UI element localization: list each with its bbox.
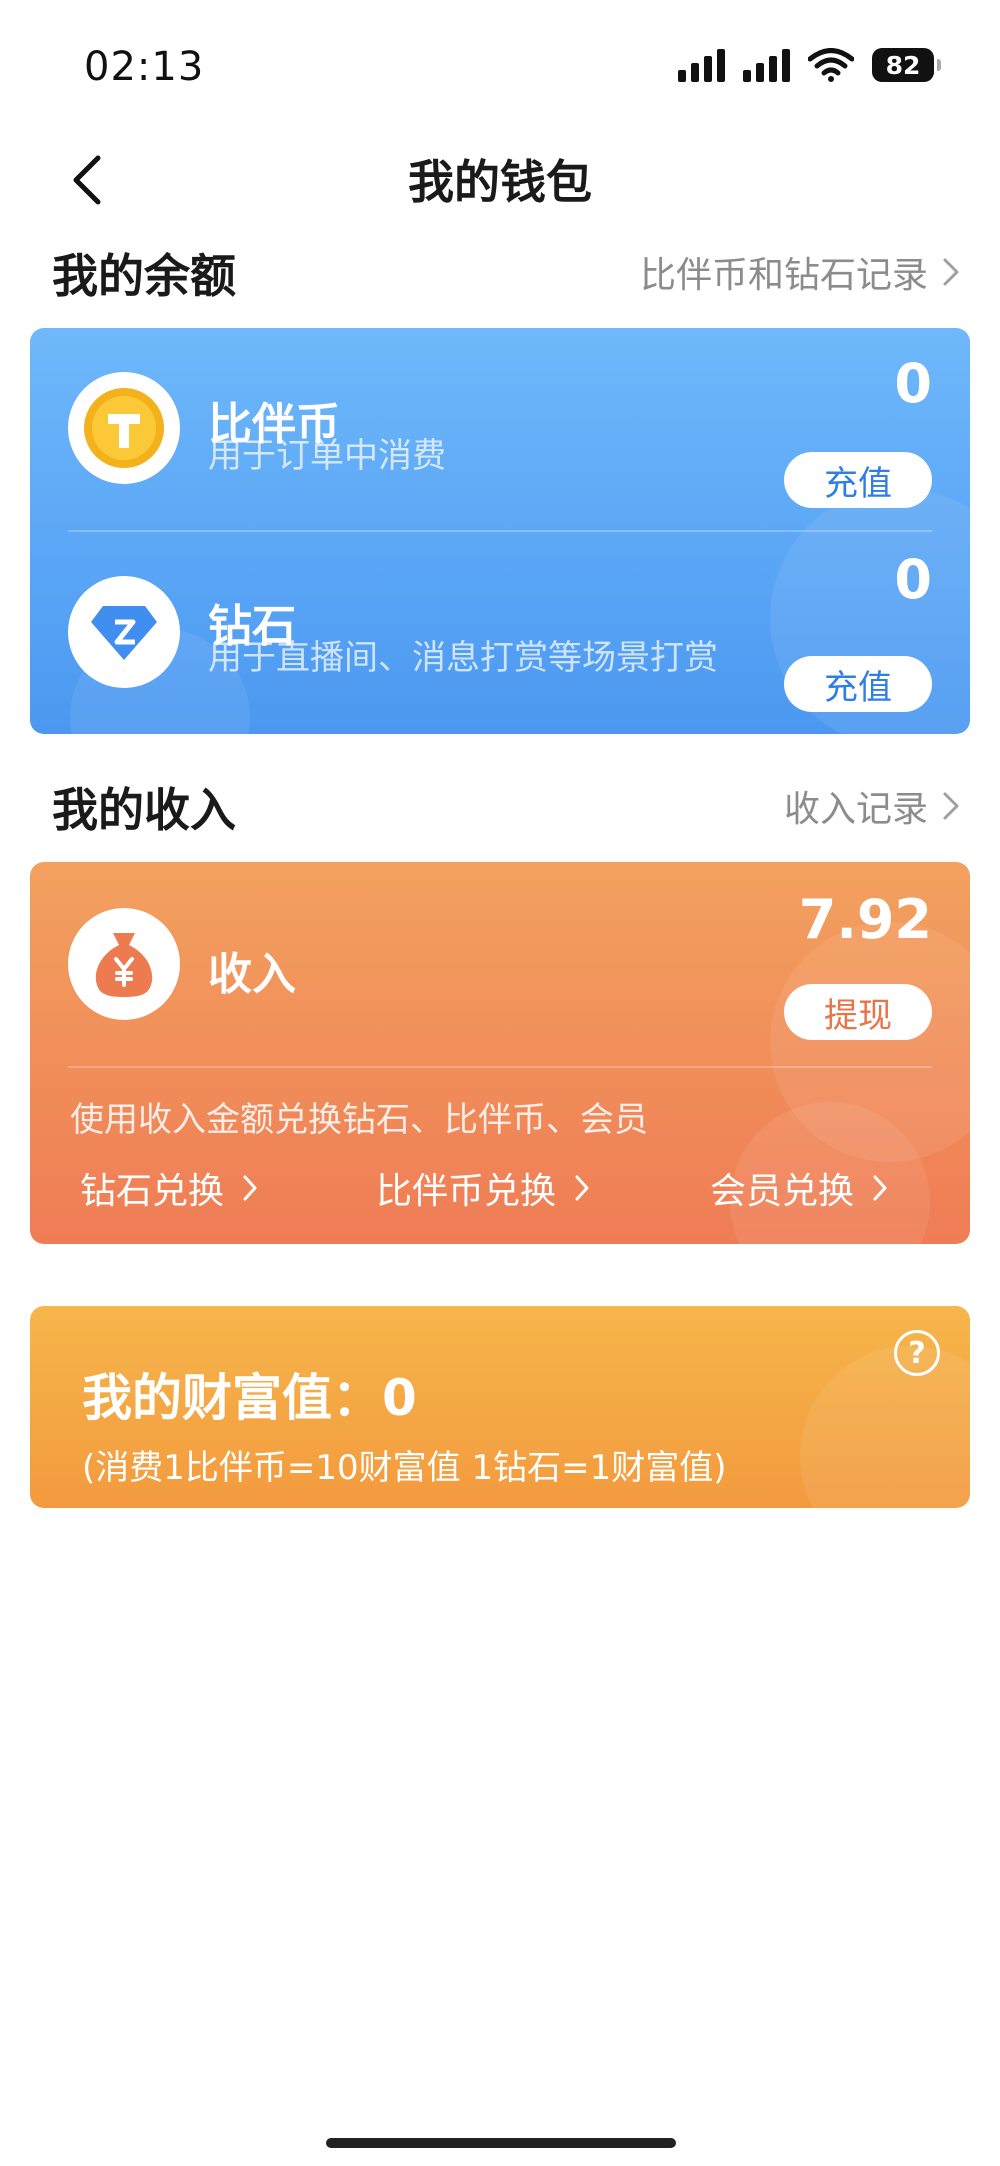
- income-amount: 7.92: [798, 888, 932, 951]
- nav-bar: 我的钱包: [0, 130, 1000, 230]
- wealth-card: ? 我的财富值：0 (消费1比伴币=10财富值 1钻石=1财富值): [30, 1306, 970, 1508]
- withdraw-button[interactable]: 提现: [784, 984, 932, 1040]
- wifi-icon: [808, 48, 854, 82]
- page-title: 我的钱包: [408, 155, 592, 209]
- chevron-right-icon: [943, 258, 959, 286]
- signal-icon: [743, 48, 790, 82]
- diamond-icon: [91, 606, 157, 660]
- income-records-link[interactable]: 收入记录: [784, 780, 960, 832]
- chevron-right-icon: [243, 1175, 257, 1201]
- coin-row: 比伴币 用于订单中消费 0 充值: [30, 328, 970, 528]
- income-records-label: 收入记录: [783, 789, 928, 830]
- help-icon[interactable]: ?: [894, 1330, 940, 1376]
- income-card: 收入 7.92 提现 使用收入金额兑换钻石、比伴币、会员 钻石兑换 比伴币兑换 …: [30, 862, 970, 1244]
- money-bag-icon: [95, 933, 153, 997]
- income-section-title: 我的收入: [52, 783, 236, 837]
- wealth-title: 我的财富值：0: [82, 1369, 417, 1427]
- vip-exchange-link[interactable]: 会员兑换: [710, 1162, 888, 1214]
- balance-section-title: 我的余额: [52, 249, 236, 303]
- diamond-row: 钻石 用于直播间、消息打赏等场景打赏 0 充值: [30, 532, 970, 734]
- balance-section-header: 我的余额 比伴币和钻石记录: [52, 232, 960, 303]
- diamond-desc: 用于直播间、消息打赏等场景打赏: [208, 638, 718, 678]
- vip-exchange-label: 会员兑换: [710, 1171, 855, 1212]
- chevron-right-icon: [943, 792, 959, 820]
- home-indicator[interactable]: [326, 2138, 676, 2148]
- coin-desc: 用于订单中消费: [208, 436, 446, 476]
- card-decoration: [800, 1346, 970, 1508]
- diamond-icon-wrapper: [68, 576, 180, 688]
- balance-records-label: 比伴币和钻石记录: [639, 255, 928, 296]
- coin-amount: 0: [894, 352, 932, 415]
- income-note: 使用收入金额兑换钻石、比伴币、会员: [70, 1100, 648, 1140]
- card-divider: [68, 1066, 932, 1068]
- coin-recharge-button[interactable]: 充值: [784, 452, 932, 508]
- wealth-note: (消费1比伴币=10财富值 1钻石=1财富值): [82, 1448, 727, 1488]
- diamond-exchange-link[interactable]: 钻石兑换: [80, 1162, 258, 1214]
- signal-icon: [678, 48, 725, 82]
- chevron-right-icon: [873, 1175, 887, 1201]
- status-bar: 02:13 82: [0, 0, 1000, 130]
- status-time: 02:13: [84, 44, 205, 90]
- status-icons: 82: [678, 48, 941, 82]
- wallet-page: 02:13 82 我的钱包 我的余额 比伴币和钻石记录 比伴币 用于订单中消费 …: [0, 0, 1000, 2166]
- diamond-exchange-label: 钻石兑换: [80, 1171, 225, 1212]
- coin-icon: [84, 388, 164, 468]
- income-title: 收入: [208, 949, 296, 1000]
- coin-icon-wrapper: [68, 372, 180, 484]
- balance-records-link[interactable]: 比伴币和钻石记录: [640, 246, 960, 298]
- balance-card: 比伴币 用于订单中消费 0 充值 钻石 用于直播间、消息打赏等场景打赏 0 充值: [30, 328, 970, 734]
- coin-exchange-link[interactable]: 比伴币兑换: [376, 1162, 590, 1214]
- coin-exchange-label: 比伴币兑换: [376, 1171, 557, 1212]
- chevron-right-icon: [575, 1175, 589, 1201]
- battery-level: 82: [885, 50, 921, 80]
- diamond-recharge-button[interactable]: 充值: [784, 656, 932, 712]
- income-section-header: 我的收入 收入记录: [52, 766, 960, 837]
- diamond-amount: 0: [894, 548, 932, 611]
- battery-icon: 82: [872, 48, 941, 82]
- money-bag-icon-wrapper: [68, 908, 180, 1020]
